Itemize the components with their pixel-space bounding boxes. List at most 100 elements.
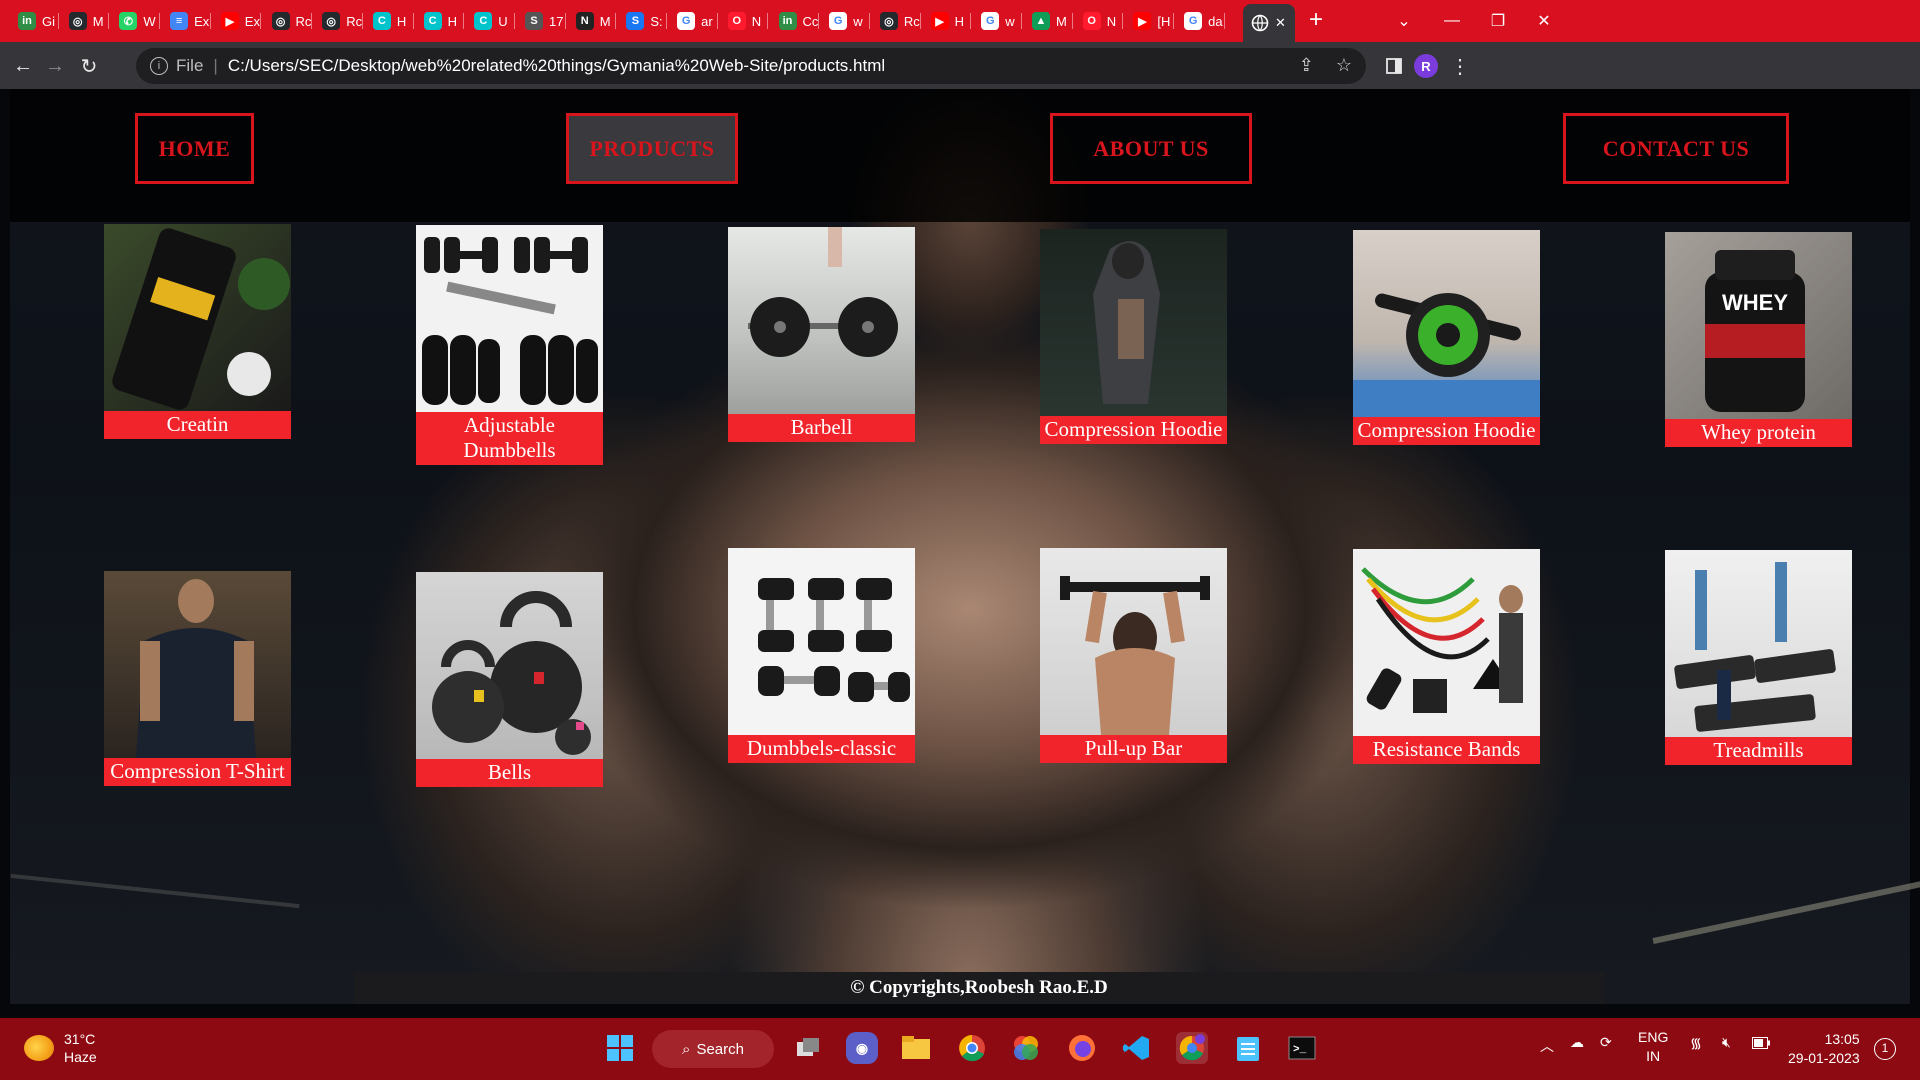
side-panel-icon[interactable] xyxy=(1380,52,1408,80)
browser-tab[interactable]: ON xyxy=(1073,6,1124,36)
barbell-image xyxy=(728,227,915,414)
chrome-profile-icon[interactable] xyxy=(1176,1032,1208,1064)
nav-home-button[interactable]: HOME xyxy=(135,113,254,184)
browser-tab[interactable]: ▶ Ex xyxy=(211,6,262,36)
browser-tab[interactable]: Gw xyxy=(819,6,870,36)
windows-taskbar: 31°C Haze ⌕ Search ◉ >_ ︿ ☁ ⟳ ENG IN ᯾ 🔇… xyxy=(0,1018,1920,1080)
product-card[interactable]: Compression Hoodie xyxy=(1040,229,1227,444)
product-card[interactable]: Resistance Bands xyxy=(1353,549,1540,764)
nav-products-button[interactable]: PRODUCTS xyxy=(566,113,738,184)
browser-tab[interactable]: ≡ Ex xyxy=(160,6,211,36)
canva-icon: C xyxy=(474,12,493,30)
browser-tab[interactable]: ◎ Rc xyxy=(870,6,921,36)
svg-text:WHEY: WHEY xyxy=(1722,290,1788,315)
browser-tab[interactable]: S 17 xyxy=(515,6,566,36)
browser-tab[interactable]: CU xyxy=(464,6,515,36)
browser-tab[interactable]: ◎ Rc xyxy=(262,6,313,36)
tab-label: W xyxy=(143,13,156,29)
firefox-icon[interactable] xyxy=(1066,1032,1098,1064)
product-card[interactable]: Bells xyxy=(416,572,603,787)
profile-avatar[interactable]: R xyxy=(1414,54,1438,78)
product-card[interactable]: Creatin xyxy=(104,224,291,439)
browser-tab[interactable]: ▲ M xyxy=(1022,6,1073,36)
close-window-icon[interactable]: ✕ xyxy=(1516,0,1572,42)
system-clock[interactable]: 13:05 29-01-2023 xyxy=(1788,1030,1860,1068)
browser-tab[interactable]: CH xyxy=(363,6,414,36)
wifi-icon[interactable]: ᯾ xyxy=(1690,1034,1702,1053)
opera-icon: O xyxy=(1082,12,1101,30)
browser-tab[interactable]: in Gi xyxy=(8,6,59,36)
browser-toolbar: ← → ↻ i File | C:/Users/SEC/Desktop/web%… xyxy=(0,42,1920,89)
volume-muted-icon[interactable]: 🔇︎ xyxy=(1722,1034,1731,1051)
onedrive-cloud-icon[interactable]: ☁ xyxy=(1570,1034,1584,1051)
whey-tub-image: WHEY xyxy=(1665,232,1852,419)
weather-widget[interactable]: 31°C Haze xyxy=(24,1030,97,1066)
s-icon: S xyxy=(525,12,543,30)
address-bar[interactable]: i File | C:/Users/SEC/Desktop/web%20rela… xyxy=(136,48,1366,84)
product-card[interactable]: Treadmills xyxy=(1665,550,1852,765)
google-icon: G xyxy=(829,12,848,30)
reload-icon[interactable]: ↻ xyxy=(74,51,104,81)
browser-tab[interactable]: Gar xyxy=(667,6,718,36)
browser-tab[interactable]: NM xyxy=(566,6,617,36)
bookmark-star-icon[interactable]: ☆ xyxy=(1336,55,1352,76)
nav-contact-button[interactable]: CONTACT US xyxy=(1563,113,1789,184)
treadmills-image xyxy=(1665,550,1852,737)
menu-kebab-icon[interactable]: ⋮ xyxy=(1446,52,1474,80)
browser-tab[interactable]: ◎ M xyxy=(59,6,110,36)
browser-tab[interactable]: Gda xyxy=(1174,6,1225,36)
product-card[interactable]: Adjustable Dumbbells xyxy=(416,225,603,465)
product-card[interactable]: Pull-up Bar xyxy=(1040,548,1227,763)
browser-tab[interactable]: S S: xyxy=(616,6,668,36)
browser-tab[interactable]: ◎ Rc xyxy=(312,6,363,36)
forward-arrow-icon[interactable]: → xyxy=(40,51,70,81)
browser-tab[interactable]: ON xyxy=(718,6,769,36)
new-tab-button[interactable]: + xyxy=(1302,8,1330,34)
share-icon[interactable]: ⇪ xyxy=(1299,55,1314,76)
battery-icon[interactable] xyxy=(1752,1036,1770,1052)
taskbar-search[interactable]: ⌕ Search xyxy=(652,1030,774,1068)
browser-tab[interactable]: ▶ [H xyxy=(1123,6,1175,36)
photos-icon[interactable] xyxy=(1010,1032,1042,1064)
tab-label: Ex xyxy=(244,13,260,29)
lang-line2: IN xyxy=(1646,1048,1661,1064)
product-card[interactable]: Barbell xyxy=(728,227,915,442)
product-card[interactable]: Dumbbels-classic xyxy=(728,548,915,763)
github-icon: ◎ xyxy=(271,12,290,30)
language-indicator[interactable]: ENG IN xyxy=(1638,1028,1668,1066)
weather-text: 31°C Haze xyxy=(64,1030,97,1066)
clock-date: 29-01-2023 xyxy=(1788,1050,1860,1066)
url-text[interactable]: C:/Users/SEC/Desktop/web%20related%20thi… xyxy=(228,56,885,76)
task-view-icon[interactable] xyxy=(792,1032,824,1064)
notepad-icon[interactable] xyxy=(1232,1032,1264,1064)
close-tab-icon[interactable]: ✕ xyxy=(1275,15,1286,31)
sync-icon[interactable]: ⟳ xyxy=(1600,1034,1612,1051)
notification-badge[interactable]: 1 xyxy=(1874,1038,1896,1060)
product-card[interactable]: Compression T-Shirt xyxy=(104,571,291,786)
browser-tab[interactable]: ▶ H xyxy=(921,6,972,36)
browser-tab[interactable]: ✆ W xyxy=(109,6,161,36)
ab-roller-image xyxy=(1353,230,1540,417)
tab-label: M xyxy=(1056,13,1067,29)
chrome-icon[interactable] xyxy=(956,1032,988,1064)
active-tab[interactable]: ✕ xyxy=(1243,4,1295,42)
show-hidden-icons-icon[interactable]: ︿ xyxy=(1540,1036,1554,1056)
info-icon[interactable]: i xyxy=(150,57,168,75)
tab-label: 17 xyxy=(549,13,564,29)
tab-label: w xyxy=(853,13,863,29)
windows-start-icon[interactable] xyxy=(604,1032,636,1064)
browser-tab[interactable]: Gw xyxy=(971,6,1022,36)
canva-icon: C xyxy=(372,12,391,30)
teams-chat-icon[interactable]: ◉ xyxy=(846,1032,878,1064)
terminal-icon[interactable]: >_ xyxy=(1286,1032,1318,1064)
product-card[interactable]: Compression Hoodie xyxy=(1353,230,1540,445)
github-icon: ◎ xyxy=(879,12,898,30)
nav-about-button[interactable]: ABOUT US xyxy=(1050,113,1252,184)
back-arrow-icon[interactable]: ← xyxy=(8,51,38,81)
product-card[interactable]: WHEY Whey protein xyxy=(1665,232,1852,447)
browser-tab[interactable]: in Cc xyxy=(769,6,820,36)
file-explorer-icon[interactable] xyxy=(900,1032,932,1064)
browser-tab[interactable]: CH xyxy=(414,6,465,36)
vscode-icon[interactable] xyxy=(1120,1032,1152,1064)
weather-temp: 31°C xyxy=(64,1031,96,1047)
